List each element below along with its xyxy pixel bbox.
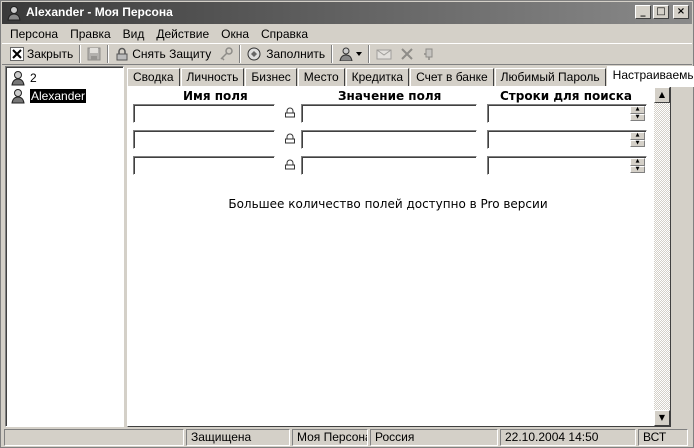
lock-icon[interactable]: [284, 107, 296, 119]
vertical-scrollbar[interactable]: ▲ ▼: [654, 87, 670, 426]
menu-action[interactable]: Действие: [150, 27, 215, 41]
fill-button[interactable]: Заполнить: [243, 44, 329, 64]
window-title: Alexander - Моя Персона: [26, 5, 173, 19]
search-strings-field[interactable]: ▲ ▼: [487, 130, 647, 149]
unprotect-button[interactable]: Снять Защиту: [111, 44, 215, 64]
tab-summary[interactable]: Сводка: [127, 68, 180, 87]
field-name-input[interactable]: [133, 130, 275, 149]
toolbar-separator: [239, 45, 242, 63]
mail-button[interactable]: [372, 44, 396, 64]
persona-dropdown-button[interactable]: [335, 44, 366, 64]
tab-place[interactable]: Место: [297, 68, 345, 87]
custom-field-row: ▲ ▼: [133, 130, 653, 149]
chevron-down-icon: [356, 52, 363, 56]
tools-button[interactable]: [396, 44, 418, 64]
fill-icon: [247, 47, 261, 61]
lock-icon[interactable]: [284, 133, 296, 145]
key-button[interactable]: [215, 44, 237, 64]
pin-button[interactable]: [418, 44, 440, 64]
tab-identity[interactable]: Личность: [180, 68, 245, 87]
menu-windows[interactable]: Окна: [215, 27, 255, 41]
tab-custom[interactable]: Настраиваемые: [606, 66, 694, 87]
column-header-field-name: Имя поля: [183, 89, 248, 103]
close-icon: [10, 47, 24, 61]
spin-buttons[interactable]: ▲ ▼: [630, 132, 645, 147]
custom-fields-panel: Имя поля Значение поля Строки для поиска…: [127, 86, 671, 427]
tab-strip: Сводка Личность Бизнес Место Кредитка Сч…: [127, 66, 694, 87]
window-controls: _ □ ×: [635, 5, 689, 19]
save-icon: [87, 47, 101, 61]
search-strings-field[interactable]: ▲ ▼: [487, 156, 647, 175]
spin-buttons[interactable]: ▲ ▼: [630, 158, 645, 173]
scroll-down-button[interactable]: ▼: [654, 410, 670, 426]
field-value-input[interactable]: [301, 156, 477, 175]
custom-field-row: ▲ ▼: [133, 156, 653, 175]
persona-tree[interactable]: 2 Alexander: [5, 66, 124, 427]
person-icon: [11, 71, 25, 86]
column-header-field-value: Значение поля: [338, 89, 442, 103]
tree-item-label: Alexander: [30, 89, 87, 103]
person-icon: [11, 89, 25, 104]
status-country: Россия: [370, 429, 498, 446]
persona-details: Сводка Личность Бизнес Место Кредитка Сч…: [127, 66, 694, 427]
status-bar: Защищена Моя Персона Россия 22.10.2004 1…: [2, 428, 692, 447]
person-icon: [339, 47, 353, 61]
close-persona-button[interactable]: Закрыть: [6, 44, 77, 64]
persona-app-icon: [7, 6, 21, 21]
minimize-button[interactable]: _: [635, 5, 651, 19]
toolbar-separator: [331, 45, 334, 63]
lock-icon: [116, 47, 128, 61]
toolbar-separator: [79, 45, 82, 63]
tab-bank-account[interactable]: Счет в банке: [410, 68, 494, 87]
column-header-search-strings: Строки для поиска: [500, 89, 632, 103]
search-strings-field[interactable]: ▲ ▼: [487, 104, 647, 123]
field-name-input[interactable]: [133, 104, 275, 123]
unprotect-label: Снять Защиту: [132, 47, 212, 61]
tools-icon: [401, 48, 413, 60]
title-bar[interactable]: Alexander - Моя Персона _ □ ×: [2, 2, 692, 24]
lock-icon[interactable]: [284, 159, 296, 171]
tab-business[interactable]: Бизнес: [245, 68, 297, 87]
status-protection: Защищена: [186, 429, 290, 446]
app-window: Alexander - Моя Персона _ □ × Персона Пр…: [0, 0, 694, 448]
envelope-icon: [376, 49, 392, 60]
tab-favorite-password[interactable]: Любимый Пароль: [494, 68, 606, 87]
toolbar: Закрыть Снять Защиту Заполнить: [2, 43, 692, 65]
fill-label: Заполнить: [266, 47, 326, 61]
menu-help[interactable]: Справка: [255, 27, 314, 41]
menu-bar: Персона Правка Вид Действие Окна Справка: [2, 25, 692, 43]
menu-edit[interactable]: Правка: [64, 27, 117, 41]
toolbar-separator: [107, 45, 110, 63]
tab-credit-card[interactable]: Кредитка: [345, 68, 410, 87]
field-value-input[interactable]: [301, 104, 477, 123]
save-button[interactable]: [83, 44, 105, 64]
key-icon: [220, 47, 233, 61]
tree-item[interactable]: 2: [10, 69, 37, 87]
spin-buttons[interactable]: ▲ ▼: [630, 106, 645, 121]
field-name-input[interactable]: [133, 156, 275, 175]
status-datetime: 22.10.2004 14:50: [500, 429, 636, 446]
tree-item-label: 2: [30, 71, 37, 85]
status-weekday: ВСТ: [638, 429, 688, 446]
tree-item-selected[interactable]: Alexander: [10, 87, 87, 105]
scroll-up-button[interactable]: ▲: [654, 87, 670, 103]
pin-icon: [424, 48, 433, 60]
menu-persona[interactable]: Персона: [4, 27, 64, 41]
toolbar-separator: [368, 45, 371, 63]
field-value-input[interactable]: [301, 130, 477, 149]
custom-field-row: ▲ ▼: [133, 104, 653, 123]
status-empty: [4, 429, 184, 446]
maximize-button[interactable]: □: [653, 5, 669, 19]
status-persona: Моя Персона: [292, 429, 368, 446]
pro-version-note: Большее количество полей доступно в Pro …: [228, 197, 548, 211]
menu-view[interactable]: Вид: [117, 27, 151, 41]
close-persona-label: Закрыть: [27, 47, 74, 61]
close-window-button[interactable]: ×: [673, 5, 689, 19]
